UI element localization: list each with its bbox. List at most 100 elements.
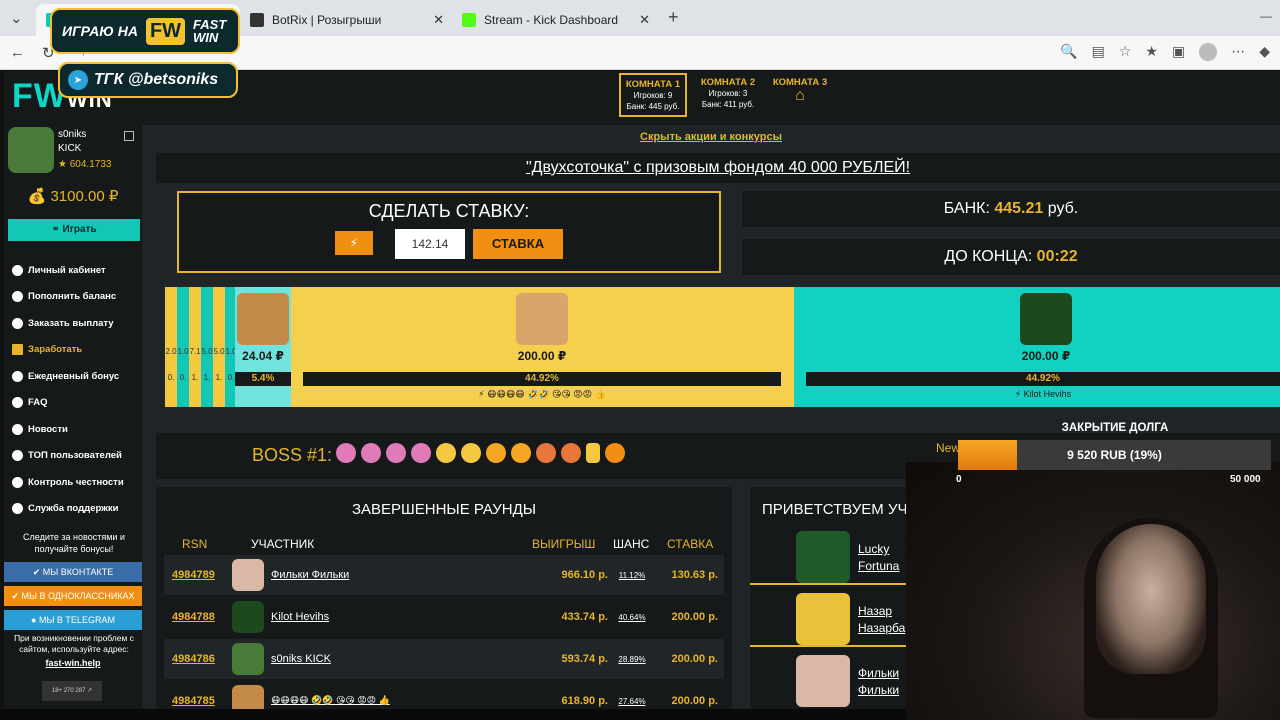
- col-header-player: УЧАСТНИК: [251, 537, 315, 551]
- sidebar-item-fairness[interactable]: Контроль честности: [12, 469, 140, 496]
- close-tab-icon[interactable]: ✕: [433, 12, 444, 28]
- kiss-emoji-icon: [511, 443, 531, 463]
- mini-pct: 0.: [179, 373, 187, 382]
- copilot-icon[interactable]: ◆: [1259, 43, 1270, 61]
- new-link[interactable]: New: [936, 441, 960, 455]
- round-bet: 200.00 р.: [671, 695, 718, 707]
- segment-small: 24.04 ₽ 5.4%: [235, 287, 291, 407]
- play-button[interactable]: ⚭ Играть: [8, 219, 140, 241]
- segment-amount: 200.00 ₽: [1021, 349, 1071, 363]
- mini-pct: 1.: [203, 373, 211, 382]
- mini-amount: 2.0: [165, 347, 177, 356]
- sidebar-item-label: ТОП пользователей: [28, 450, 122, 462]
- room-3[interactable]: КОМНАТА 3 ⌂: [766, 73, 834, 117]
- sidebar-item-earn[interactable]: Заработать: [12, 337, 140, 364]
- quick-bet-button[interactable]: ⚡: [335, 231, 373, 255]
- ok-button[interactable]: ✔ МЫ В ОДНОКЛАССНИКАХ: [4, 586, 142, 606]
- tab-kick-dashboard[interactable]: Stream - Kick Dashboard ✕: [452, 4, 658, 36]
- sidebar-item-top-users[interactable]: ТОП пользователей: [12, 443, 140, 470]
- debt-max: 50 000: [1230, 474, 1261, 485]
- vk-button[interactable]: ✔ МЫ ВКОНТАКТЕ: [4, 562, 142, 582]
- new-tab-icon[interactable]: +: [668, 7, 679, 28]
- bet-amount-input[interactable]: 142.14: [395, 229, 465, 259]
- mini-amount: 7.1: [189, 347, 201, 356]
- sidebar-item-cabinet[interactable]: Личный кабинет: [12, 257, 140, 284]
- avatar[interactable]: [8, 127, 54, 173]
- timer-value: 00:22: [1036, 248, 1078, 265]
- table-row[interactable]: 4984788 Kilot Hevihs 433.74 р. 40.64% 20…: [164, 597, 724, 637]
- trophy-icon: [12, 450, 23, 462]
- sidebar-item-label: Контроль честности: [28, 476, 124, 488]
- wallet-icon[interactable]: ▣: [1172, 43, 1185, 61]
- room-players: Игроков: 9: [633, 91, 673, 100]
- overlay-banner-fastwin: ИГРАЮ НА FW FAST WIN: [50, 8, 240, 54]
- bell-icon: [12, 423, 23, 435]
- stream-overlay-logo: ИГРАЮ НА FW FAST WIN ➤ ТГК @betsoniks: [44, 4, 244, 100]
- list-item[interactable]: Lucky Fortuna: [750, 529, 910, 585]
- debt-progress-bar: 9 520 RUB (19%): [958, 440, 1271, 470]
- segment-teal: 200.00 ₽ 44.92% ⚡ Kilot Hevihs: [794, 287, 1280, 407]
- round-chance[interactable]: 28.89%: [612, 655, 652, 664]
- round-chance[interactable]: 11.12%: [612, 571, 652, 580]
- round-id[interactable]: 4984785: [172, 695, 215, 707]
- player-name[interactable]: 😷😷😷😷 🤣🤣 😘😘 😡😡 👍: [271, 695, 390, 706]
- sidebar-item-support[interactable]: Служба поддержки: [12, 496, 140, 523]
- sidebar-item-deposit[interactable]: Пополнить баланс: [12, 284, 140, 311]
- round-id[interactable]: 4984789: [172, 569, 215, 581]
- overlay-telegram-text: ТГК @betsoniks: [94, 71, 219, 88]
- sidebar-item-daily-bonus[interactable]: Ежедневный бонус: [12, 363, 140, 390]
- segment-yellow: 200.00 ₽ 44.92% ⚡ 😷😷😷😷 🤣🤣 😘😘 😡😡 👍: [291, 287, 794, 407]
- place-bet-button[interactable]: СТАВКА: [473, 229, 563, 259]
- mini-segment: 1.0 0.: [177, 287, 189, 407]
- debt-min: 0: [956, 474, 962, 485]
- promo-banner[interactable]: "Двухсоточка" с призовым фондом 40 000 Р…: [156, 153, 1280, 183]
- segment-player: ⚡ Kilot Hevihs: [1014, 389, 1072, 399]
- welcome-user-line1: Фильки: [858, 666, 900, 680]
- sidebar-item-news[interactable]: Новости: [12, 416, 140, 443]
- kick-favicon-icon: [462, 13, 476, 27]
- tab-botrix[interactable]: BotRix | Розыгрыши ✕: [240, 4, 452, 36]
- zoom-icon[interactable]: 🔍: [1060, 43, 1077, 61]
- minimize-window-icon[interactable]: —: [1260, 9, 1272, 23]
- wallet-icon: [12, 344, 23, 356]
- table-row[interactable]: 4984789 Фильки Фильки 966.10 р. 11.12% 1…: [164, 555, 724, 595]
- mini-pct: 1.: [215, 373, 223, 382]
- player-name[interactable]: s0niks KICK: [271, 653, 331, 665]
- round-chance[interactable]: 40.64%: [612, 613, 652, 622]
- user-settings-icon[interactable]: [124, 131, 134, 141]
- collections-icon[interactable]: ★: [1145, 43, 1158, 61]
- favorite-icon[interactable]: ☆: [1119, 43, 1132, 61]
- boss-emojis: [336, 443, 625, 463]
- room-1[interactable]: КОМНАТА 1 Игроков: 9 Банк: 445 руб.: [619, 73, 687, 117]
- balance: 💰 3100.00 ₽: [27, 188, 119, 205]
- list-item[interactable]: Фильки Фильки: [750, 653, 910, 709]
- webcam-feed: [906, 462, 1280, 720]
- table-row[interactable]: 4984785 😷😷😷😷 🤣🤣 😘😘 😡😡 👍 618.90 р. 27.64%…: [164, 681, 724, 709]
- list-item[interactable]: Назар Назарба: [750, 591, 910, 647]
- hide-promos-link[interactable]: Скрыть акции и конкурсы: [142, 131, 1280, 143]
- round-chance[interactable]: 27.64%: [612, 697, 652, 706]
- round-id[interactable]: 4984788: [172, 611, 215, 623]
- help-link[interactable]: fast-win.help: [4, 658, 142, 668]
- sidebar-item-faq[interactable]: FAQ: [12, 390, 140, 417]
- back-icon[interactable]: ←: [10, 44, 25, 61]
- welcome-user-line2: Фильки: [858, 683, 900, 697]
- close-tab-icon[interactable]: ✕: [639, 12, 650, 28]
- overlay-banner-telegram: ➤ ТГК @betsoniks: [58, 62, 238, 98]
- room-2[interactable]: КОМНАТА 2 Игроков: 3 Банк: 411 руб.: [694, 73, 762, 117]
- profile-avatar[interactable]: [1199, 43, 1218, 61]
- more-icon[interactable]: ⋯: [1231, 43, 1245, 61]
- reader-icon[interactable]: ▤: [1092, 43, 1105, 61]
- overlay-brand-text: FAST WIN: [193, 18, 226, 44]
- table-row[interactable]: 4984786 s0niks KICK 593.74 р. 28.89% 200…: [164, 639, 724, 679]
- col-header-chance: ШАНС: [613, 537, 650, 551]
- mini-pct: 0.: [167, 373, 175, 382]
- player-name[interactable]: Kilot Hevihs: [271, 611, 329, 623]
- player-name[interactable]: Фильки Фильки: [271, 569, 349, 581]
- sidebar-item-withdraw[interactable]: Заказать выплату: [12, 310, 140, 337]
- segment-chance: 44.92%: [806, 372, 1280, 386]
- avatar: [1020, 293, 1072, 345]
- round-id[interactable]: 4984786: [172, 653, 215, 665]
- tab-list-icon[interactable]: ⌄: [10, 9, 23, 27]
- telegram-button[interactable]: ● МЫ В TELEGRAM: [4, 610, 142, 630]
